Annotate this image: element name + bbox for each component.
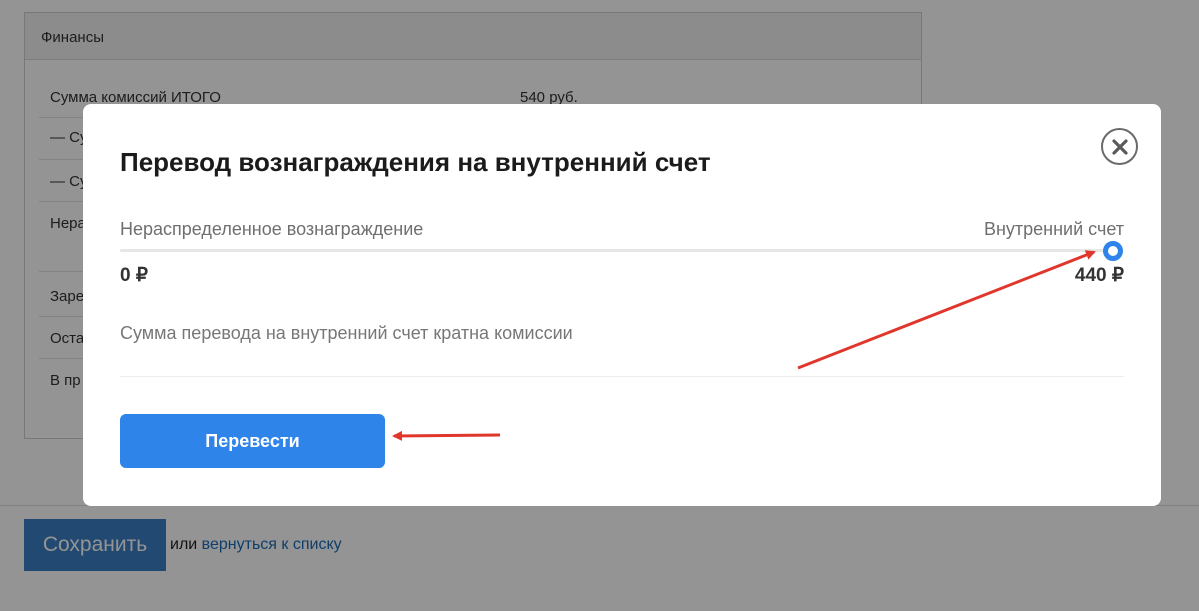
- transfer-note: Сумма перевода на внутренний счет кратна…: [120, 323, 573, 343]
- modal-title: Перевод вознаграждения на внутренний сче…: [120, 147, 711, 177]
- close-icon: [1111, 138, 1128, 155]
- unallocated-reward-label: Нераспределенное вознаграждение: [120, 219, 424, 239]
- close-button[interactable]: [1101, 128, 1138, 165]
- transfer-slider-handle[interactable]: [1103, 241, 1123, 261]
- unallocated-amount: 0 ₽: [120, 265, 148, 286]
- transfer-button[interactable]: Перевести: [120, 414, 385, 468]
- internal-account-amount: 440 ₽: [1074, 265, 1124, 286]
- transfer-slider-track[interactable]: [120, 249, 1113, 252]
- transfer-modal: Перевод вознаграждения на внутренний сче…: [83, 104, 1161, 506]
- modal-divider: [120, 376, 1124, 377]
- internal-account-label: Внутренний счет: [983, 219, 1124, 239]
